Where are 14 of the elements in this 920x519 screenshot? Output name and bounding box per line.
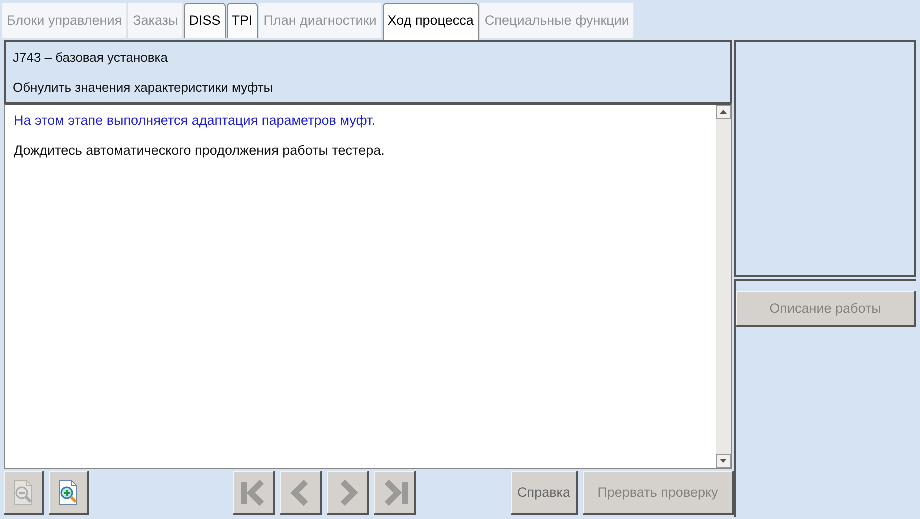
up-arrow-icon [720, 110, 727, 114]
scroll-up-button[interactable] [716, 105, 731, 119]
scroll-down-button[interactable] [716, 454, 731, 468]
step-title: Обнулить значения характеристики муфты [13, 80, 274, 94]
zoom-in-button[interactable] [49, 471, 89, 515]
instruction-text: Дождитесь автоматического продолжения работы тестера. [14, 143, 386, 158]
tab[interactable]: TPI [226, 3, 258, 38]
procedure-title: J743 – базовая установка [13, 50, 169, 64]
tab[interactable]: Ход процесса [382, 3, 479, 40]
status-message: На этом этапе выполняется адаптация параметров муфт. [14, 113, 376, 128]
down-arrow-icon [720, 459, 727, 463]
help-button[interactable]: Справка [511, 471, 578, 515]
scrollbar[interactable] [716, 105, 731, 468]
tab[interactable]: DISS [184, 3, 226, 38]
